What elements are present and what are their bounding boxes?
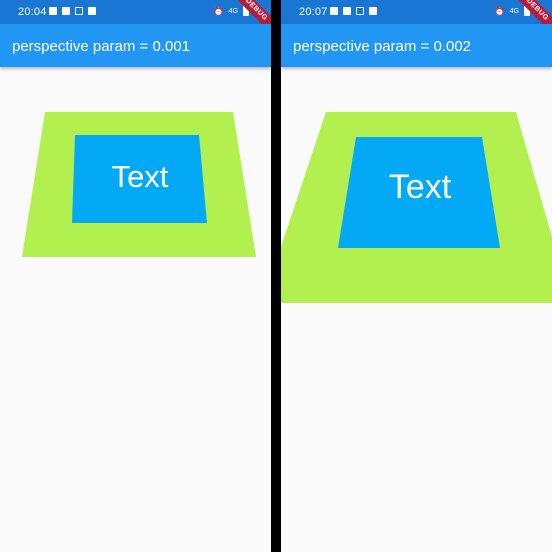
image-icon: [343, 7, 351, 15]
alarm-icon: ⏰: [494, 6, 505, 16]
status-time: 20:07: [299, 6, 328, 18]
perspective-scene: Text: [0, 67, 271, 552]
image-icon: [62, 7, 70, 15]
sim-icon: [88, 7, 96, 15]
status-bar: 20:04 ⏰ 4G DEBUG: [0, 0, 271, 39]
message-icon: [75, 7, 83, 15]
notification-icon: [49, 7, 57, 15]
phone-screen-right: 20:07 ⏰ 4G DEBUG perspective param = 0.0…: [281, 0, 552, 552]
card-text: Text: [389, 168, 452, 206]
status-time: 20:04: [18, 6, 47, 18]
notification-icon: [330, 7, 338, 15]
message-icon: [356, 7, 364, 15]
page-title: perspective param = 0.002: [293, 38, 472, 55]
notification-icons: [330, 7, 377, 15]
phone-screen-left: 20:04 ⏰ 4G DEBUG perspective param = 0.0…: [0, 0, 271, 552]
perspective-canvas: Text: [281, 112, 552, 303]
system-icons: ⏰ 4G: [214, 6, 249, 16]
signal-icon: 4G: [228, 7, 238, 15]
sim-icon: [369, 7, 377, 15]
page-title: perspective param = 0.001: [12, 38, 191, 55]
notification-icons: [49, 7, 96, 15]
card-text: Text: [112, 159, 169, 194]
status-bar: 20:07 ⏰ 4G DEBUG: [281, 0, 552, 39]
comparison-composite: 20:04 ⏰ 4G DEBUG perspective param = 0.0…: [0, 0, 552, 552]
app-bar: perspective param = 0.001: [0, 24, 271, 67]
signal-icon: 4G: [509, 7, 519, 15]
alarm-icon: ⏰: [213, 6, 224, 16]
system-icons: ⏰ 4G: [495, 6, 530, 16]
perspective-canvas: Text: [22, 112, 256, 257]
app-bar: perspective param = 0.002: [281, 24, 552, 67]
perspective-scene: Text: [281, 67, 552, 552]
